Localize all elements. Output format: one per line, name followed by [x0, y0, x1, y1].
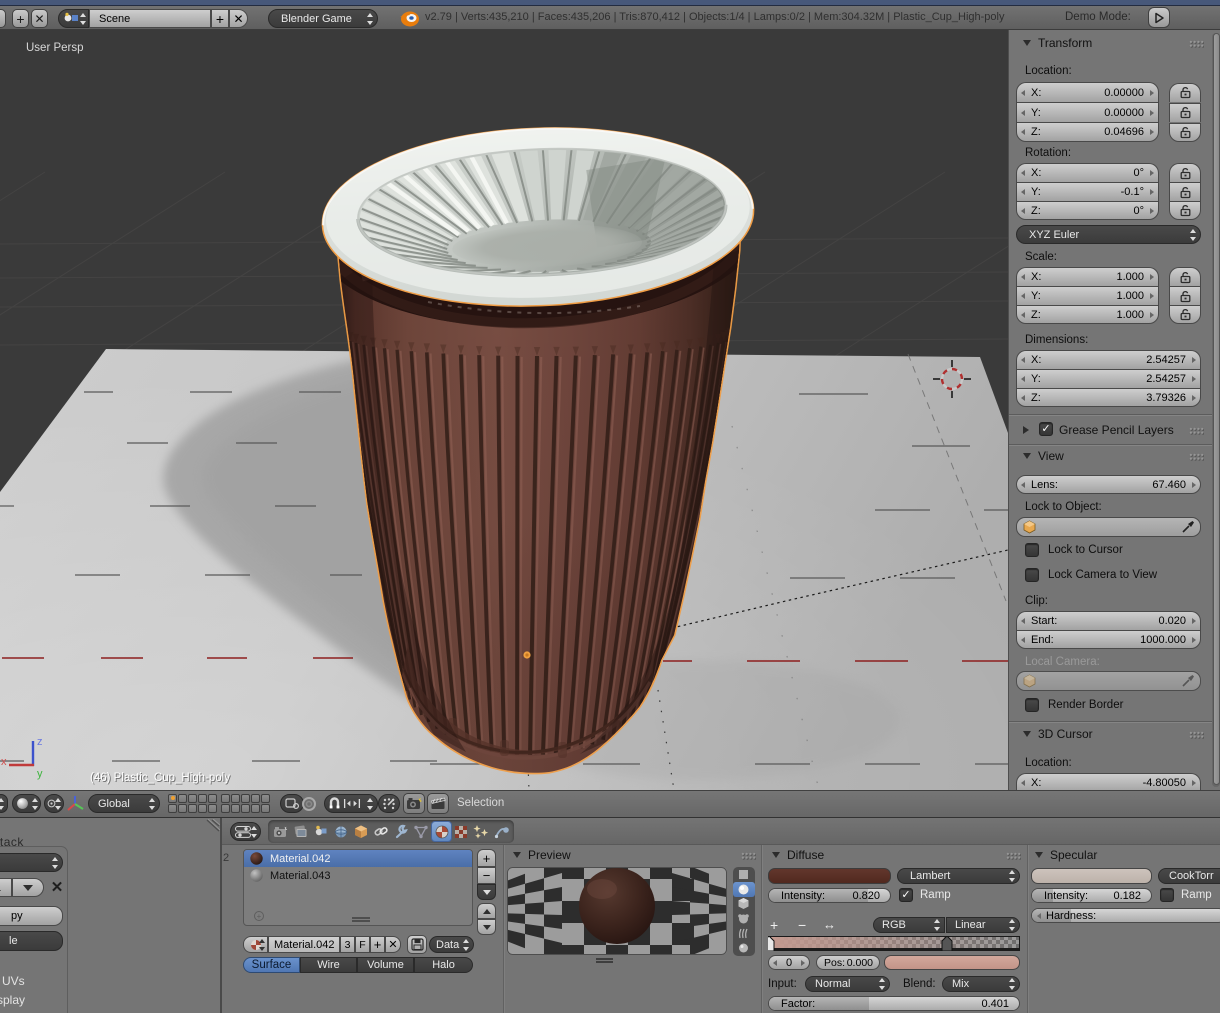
- svg-text:z: z: [37, 736, 43, 748]
- svg-text:y: y: [37, 768, 43, 780]
- svg-text:(46) Plastic_Cup_High-poly: (46) Plastic_Cup_High-poly: [90, 772, 230, 784]
- svg-text:User Persp: User Persp: [26, 42, 84, 54]
- svg-text:x: x: [1, 756, 7, 768]
